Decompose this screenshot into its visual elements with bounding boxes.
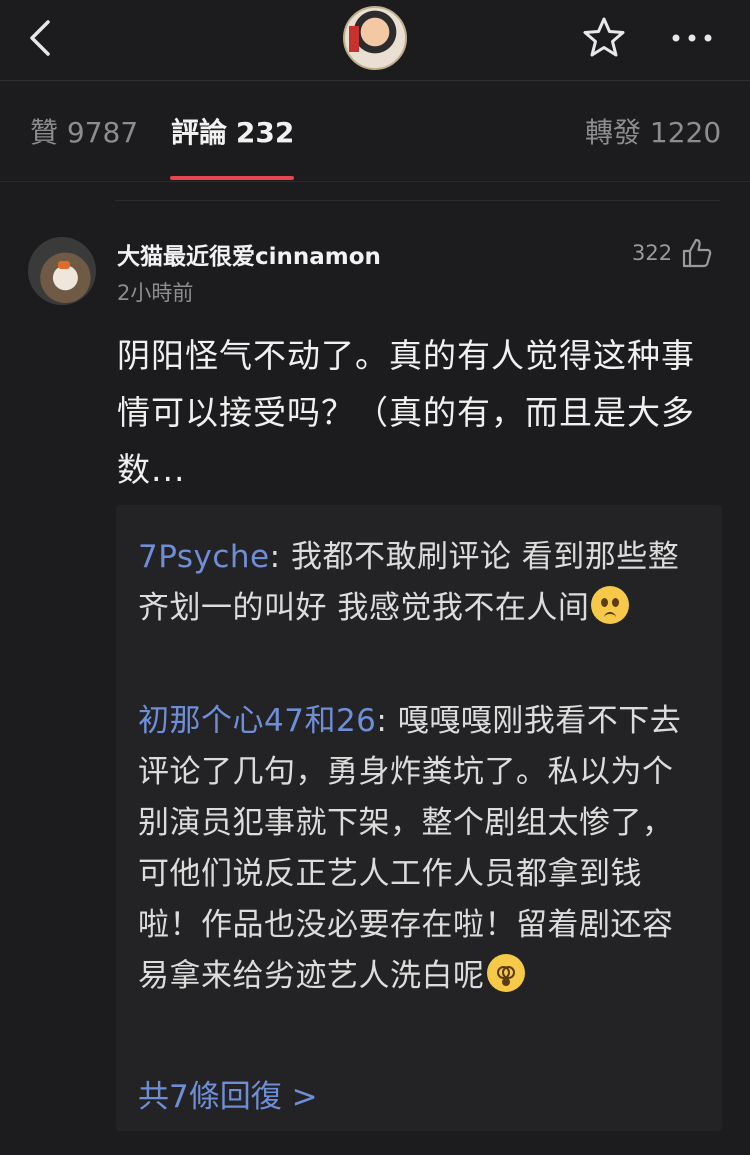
reply-username[interactable]: 初那个心47和26: [138, 703, 376, 739]
more-options-button[interactable]: [668, 22, 716, 54]
tab-reposts[interactable]: 轉發 1220: [585, 111, 721, 151]
comment-text: 阴阳怪气不动了。真的有人觉得这种事情可以接受吗？（真的有，而且是大多数...: [117, 336, 695, 489]
avatar-decoration: [58, 261, 70, 269]
chevron-left-icon: [30, 20, 50, 56]
active-tab-indicator: [170, 176, 294, 180]
avatar-decoration: [349, 26, 359, 52]
commenter-username[interactable]: 大猫最近很爱cinnamon: [117, 237, 381, 271]
comment-timestamp: 2小時前: [117, 281, 194, 305]
reply-separator: :: [269, 539, 291, 575]
tab-likes-count: 9787: [66, 116, 139, 149]
tab-reposts-label: 轉發: [585, 116, 642, 149]
more-horizontal-icon: [672, 34, 712, 42]
replies-box[interactable]: 7Psyche: 我都不敢刷评论 看到那些整齐划一的叫好 我感觉我不在人间 初那…: [116, 505, 722, 1131]
back-button[interactable]: [22, 18, 62, 58]
reply-username[interactable]: 7Psyche: [138, 539, 270, 575]
commenter-avatar[interactable]: [28, 237, 96, 305]
reply-item[interactable]: 初那个心47和26: 嘎嘎嘎刚我看不下去评论了几句，勇身炸粪坑了。私以为个别演员…: [138, 696, 698, 1002]
pleading-face-icon: [591, 586, 630, 624]
like-button[interactable]: [680, 236, 714, 270]
reply-separator: :: [376, 703, 398, 739]
comment-like-count: 322: [632, 241, 673, 265]
interaction-tabs: 贊 9787 評論 232 轉發 1220: [0, 81, 750, 182]
tab-comments[interactable]: 評論 232: [171, 111, 294, 151]
tab-likes-label: 贊: [30, 116, 59, 149]
dizzy-face-icon: [486, 954, 525, 992]
top-bar: [0, 0, 750, 81]
author-avatar[interactable]: [343, 6, 407, 70]
star-outline-icon: [583, 17, 625, 57]
divider: [115, 200, 720, 201]
view-more-replies-link[interactable]: 共7條回復 >: [138, 1071, 318, 1116]
favorite-button[interactable]: [580, 14, 628, 62]
tab-likes[interactable]: 贊 9787: [30, 111, 138, 151]
tab-comments-count: 232: [235, 116, 295, 149]
tab-reposts-count: 1220: [649, 116, 722, 149]
reply-item[interactable]: 7Psyche: 我都不敢刷评论 看到那些整齐划一的叫好 我感觉我不在人间: [138, 532, 698, 634]
thumbs-up-icon: [682, 238, 712, 268]
reply-text: 嘎嘎嘎刚我看不下去评论了几句，勇身炸粪坑了。私以为个别演员犯事就下架，整个剧组太…: [138, 703, 682, 994]
tab-comments-label: 評論: [171, 116, 228, 149]
